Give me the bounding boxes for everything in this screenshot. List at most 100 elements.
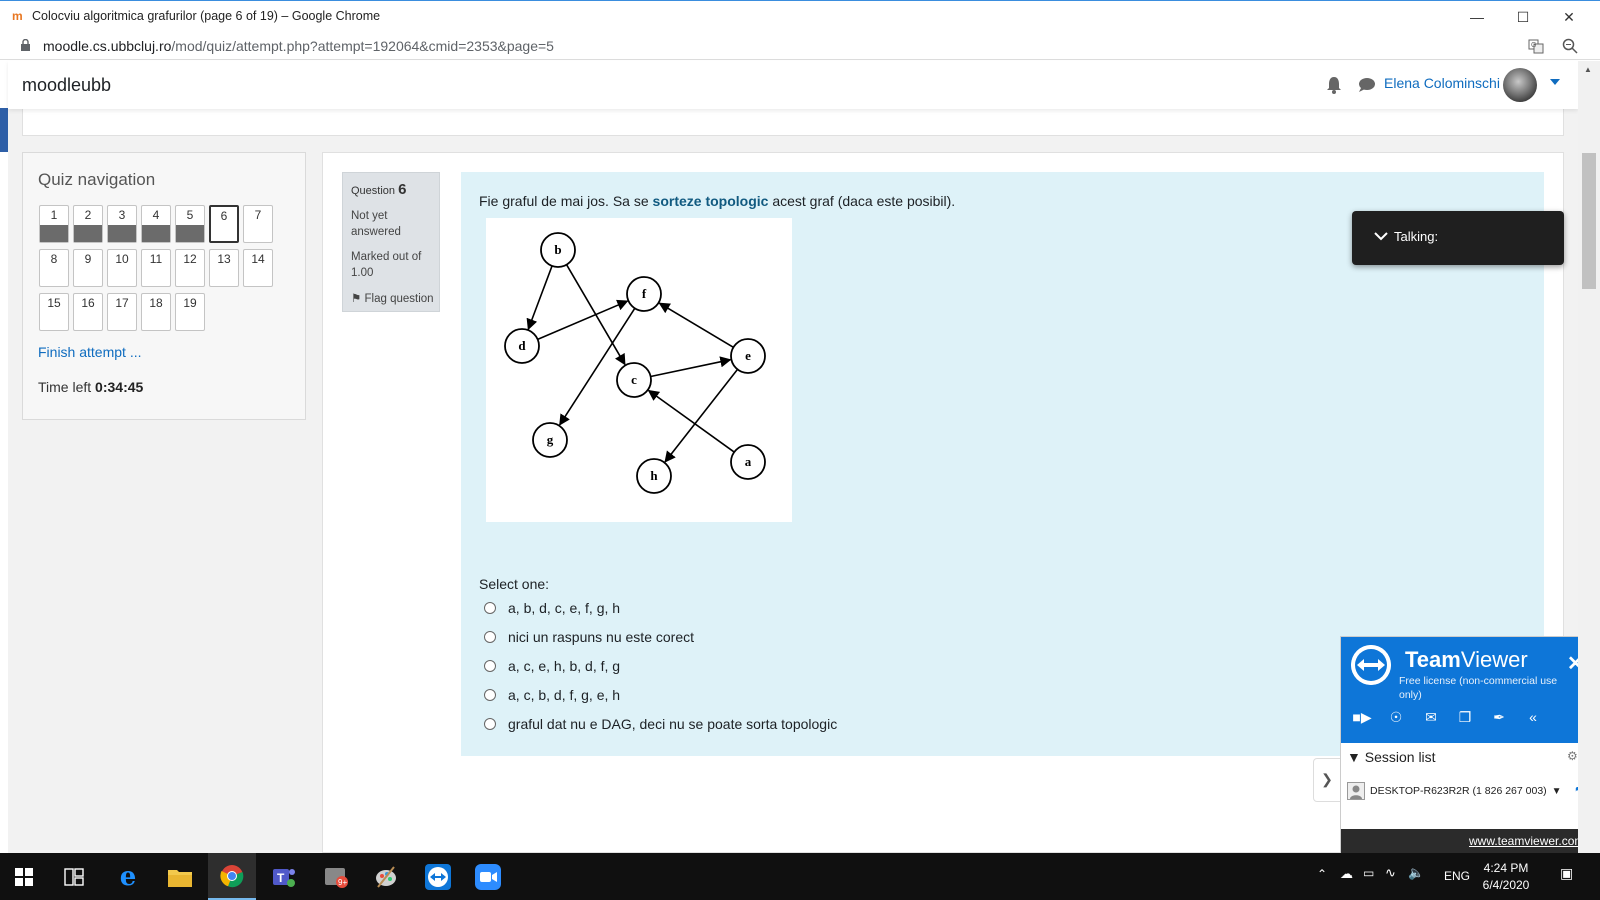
question-nav-button[interactable]: 9 <box>73 249 103 287</box>
talking-overlay[interactable]: Talking: <box>1352 211 1564 265</box>
question-state: Not yet answered <box>351 210 401 238</box>
question-nav-button[interactable]: 2 <box>73 205 103 243</box>
device-dropdown-icon[interactable]: ▼ <box>1552 786 1562 797</box>
question-nav-button[interactable]: 7 <box>243 205 273 243</box>
question-nav-button[interactable]: 6 <box>209 205 239 243</box>
answer-option[interactable]: a, c, e, h, b, d, f, g <box>484 658 620 674</box>
close-window-button[interactable]: ✕ <box>1546 1 1592 33</box>
file-explorer-icon[interactable] <box>156 853 204 900</box>
question-text-after: acest graf (daca este posibil). <box>768 193 956 209</box>
teamviewer-collapse-tab[interactable]: ❯ <box>1313 758 1341 802</box>
question-nav-number: 12 <box>183 252 197 266</box>
system-clock[interactable]: 4:24 PM 6/4/2020 <box>1466 860 1546 894</box>
answered-indicator <box>176 225 204 242</box>
headset-icon[interactable]: ☉ <box>1385 709 1407 727</box>
flag-question-button[interactable]: ⚑ Flag question <box>351 291 434 305</box>
radio-button[interactable] <box>484 718 496 730</box>
notifications-icon[interactable]: ▣ <box>1560 865 1573 882</box>
question-nav-button[interactable]: 18 <box>141 293 171 331</box>
question-nav-button[interactable]: 17 <box>107 293 137 331</box>
question-nav-button[interactable]: 10 <box>107 249 137 287</box>
graph-node-label: e <box>745 348 751 363</box>
teamviewer-name-bold: Team <box>1405 647 1461 672</box>
onedrive-cloud-icon[interactable]: ☁ <box>1340 866 1353 882</box>
teamviewer-taskbar-icon[interactable] <box>414 853 462 900</box>
svg-text:T: T <box>277 871 285 885</box>
question-nav-button[interactable]: 8 <box>39 249 69 287</box>
translate-icon[interactable]: G <box>1528 38 1544 54</box>
maximize-button[interactable]: ☐ <box>1500 1 1546 33</box>
session-list-header[interactable]: ▼ Session list <box>1347 749 1436 765</box>
scroll-up-icon[interactable]: ▲ <box>1584 65 1592 74</box>
chrome-icon[interactable] <box>208 853 256 900</box>
question-nav-button[interactable]: 1 <box>39 205 69 243</box>
paint-app-icon[interactable] <box>362 853 410 900</box>
finish-attempt-link[interactable]: Finish attempt ... <box>38 344 141 360</box>
user-avatar[interactable] <box>1503 68 1537 102</box>
teamviewer-name: TeamViewer <box>1405 647 1528 673</box>
question-text-before: Fie graful de mai jos. Sa se <box>479 193 653 209</box>
question-nav-button[interactable]: 12 <box>175 249 205 287</box>
question-nav-button[interactable]: 13 <box>209 249 239 287</box>
window-titlebar: m Colocviu algoritmica grafurilor (page … <box>0 0 1600 32</box>
svg-text:G: G <box>1531 42 1536 49</box>
zoom-icon[interactable] <box>1562 38 1578 54</box>
answer-option[interactable]: a, b, d, c, e, f, g, h <box>484 600 620 616</box>
moodle-favicon-icon: m <box>12 9 23 23</box>
wifi-icon[interactable]: ∿ <box>1385 865 1396 881</box>
scrollbar-thumb[interactable] <box>1582 153 1596 289</box>
question-nav-button[interactable]: 16 <box>73 293 103 331</box>
answer-option[interactable]: nici un raspuns nu este corect <box>484 629 694 645</box>
question-nav-button[interactable]: 19 <box>175 293 205 331</box>
radio-button[interactable] <box>484 660 496 672</box>
task-view-icon[interactable] <box>50 853 98 900</box>
start-windows-icon[interactable] <box>0 853 48 900</box>
user-menu-chevron-icon[interactable] <box>1550 79 1560 87</box>
files-icon[interactable]: ❐ <box>1454 709 1476 727</box>
time-left-value: 0:34:45 <box>95 379 144 395</box>
question-marks: Marked out of 1.00 <box>351 251 422 279</box>
collapse-arrows-icon[interactable]: « <box>1522 709 1544 727</box>
edge-browser-icon[interactable]: e <box>104 853 152 900</box>
question-nav-button[interactable]: 15 <box>39 293 69 331</box>
chat-bubbles-icon[interactable]: ✉ <box>1420 709 1442 727</box>
clock-date: 6/4/2020 <box>1482 878 1530 892</box>
session-device-row[interactable]: DESKTOP-R623R2R (1 826 267 003) ▼ <box>1347 782 1562 800</box>
teams-icon[interactable]: T <box>260 853 308 900</box>
minimize-button[interactable]: — <box>1454 1 1500 33</box>
device-name: DESKTOP-R623R2R (1 826 267 003) <box>1370 785 1547 797</box>
video-icon[interactable]: ■▶ <box>1351 709 1373 727</box>
answer-option[interactable]: a, c, b, d, f, g, e, h <box>484 687 620 703</box>
breadcrumb-card <box>22 108 1564 136</box>
teamviewer-website-link[interactable]: www.teamviewer.com <box>1469 834 1584 848</box>
volume-icon[interactable]: 🔈 <box>1408 865 1424 881</box>
question-number: Question 6 <box>351 181 406 198</box>
chevron-down-icon[interactable] <box>1374 229 1388 243</box>
answer-option-label: nici un raspuns nu este corect <box>508 629 694 645</box>
url-host: moodle.cs.ubbcluj.ro <box>43 38 172 54</box>
wrench-icon[interactable]: ✒ <box>1488 709 1510 727</box>
settings-gear-icon[interactable]: ⚙ <box>1567 749 1578 763</box>
address-bar[interactable]: moodle.cs.ubbcluj.ro/mod/quiz/attempt.ph… <box>0 32 1600 60</box>
question-nav-button[interactable]: 5 <box>175 205 205 243</box>
flag-icon: ⚑ <box>351 293 362 305</box>
site-brand[interactable]: moodleubb <box>22 75 111 96</box>
radio-button[interactable] <box>484 631 496 643</box>
teamviewer-name-rest: Viewer <box>1460 647 1528 672</box>
chat-icon[interactable] <box>1358 77 1376 93</box>
page-scrollbar[interactable]: ▲ <box>1578 61 1600 853</box>
zoom-app-icon[interactable] <box>464 853 512 900</box>
answer-option[interactable]: graful dat nu e DAG, deci nu se poate so… <box>484 716 837 732</box>
question-nav-button[interactable]: 14 <box>243 249 273 287</box>
radio-button[interactable] <box>484 689 496 701</box>
question-nav-button[interactable]: 3 <box>107 205 137 243</box>
question-nav-button[interactable]: 4 <box>141 205 171 243</box>
bell-icon[interactable] <box>1326 76 1342 94</box>
question-nav-button[interactable]: 11 <box>141 249 171 287</box>
tray-chevron-up-icon[interactable]: ⌃ <box>1317 867 1327 881</box>
user-name[interactable]: Elena Colominschi <box>1384 75 1500 91</box>
battery-icon[interactable]: ▭ <box>1363 866 1374 880</box>
radio-button[interactable] <box>484 602 496 614</box>
photos-app-icon[interactable]: 9+ <box>312 853 360 900</box>
url-text[interactable]: moodle.cs.ubbcluj.ro/mod/quiz/attempt.ph… <box>43 38 554 54</box>
